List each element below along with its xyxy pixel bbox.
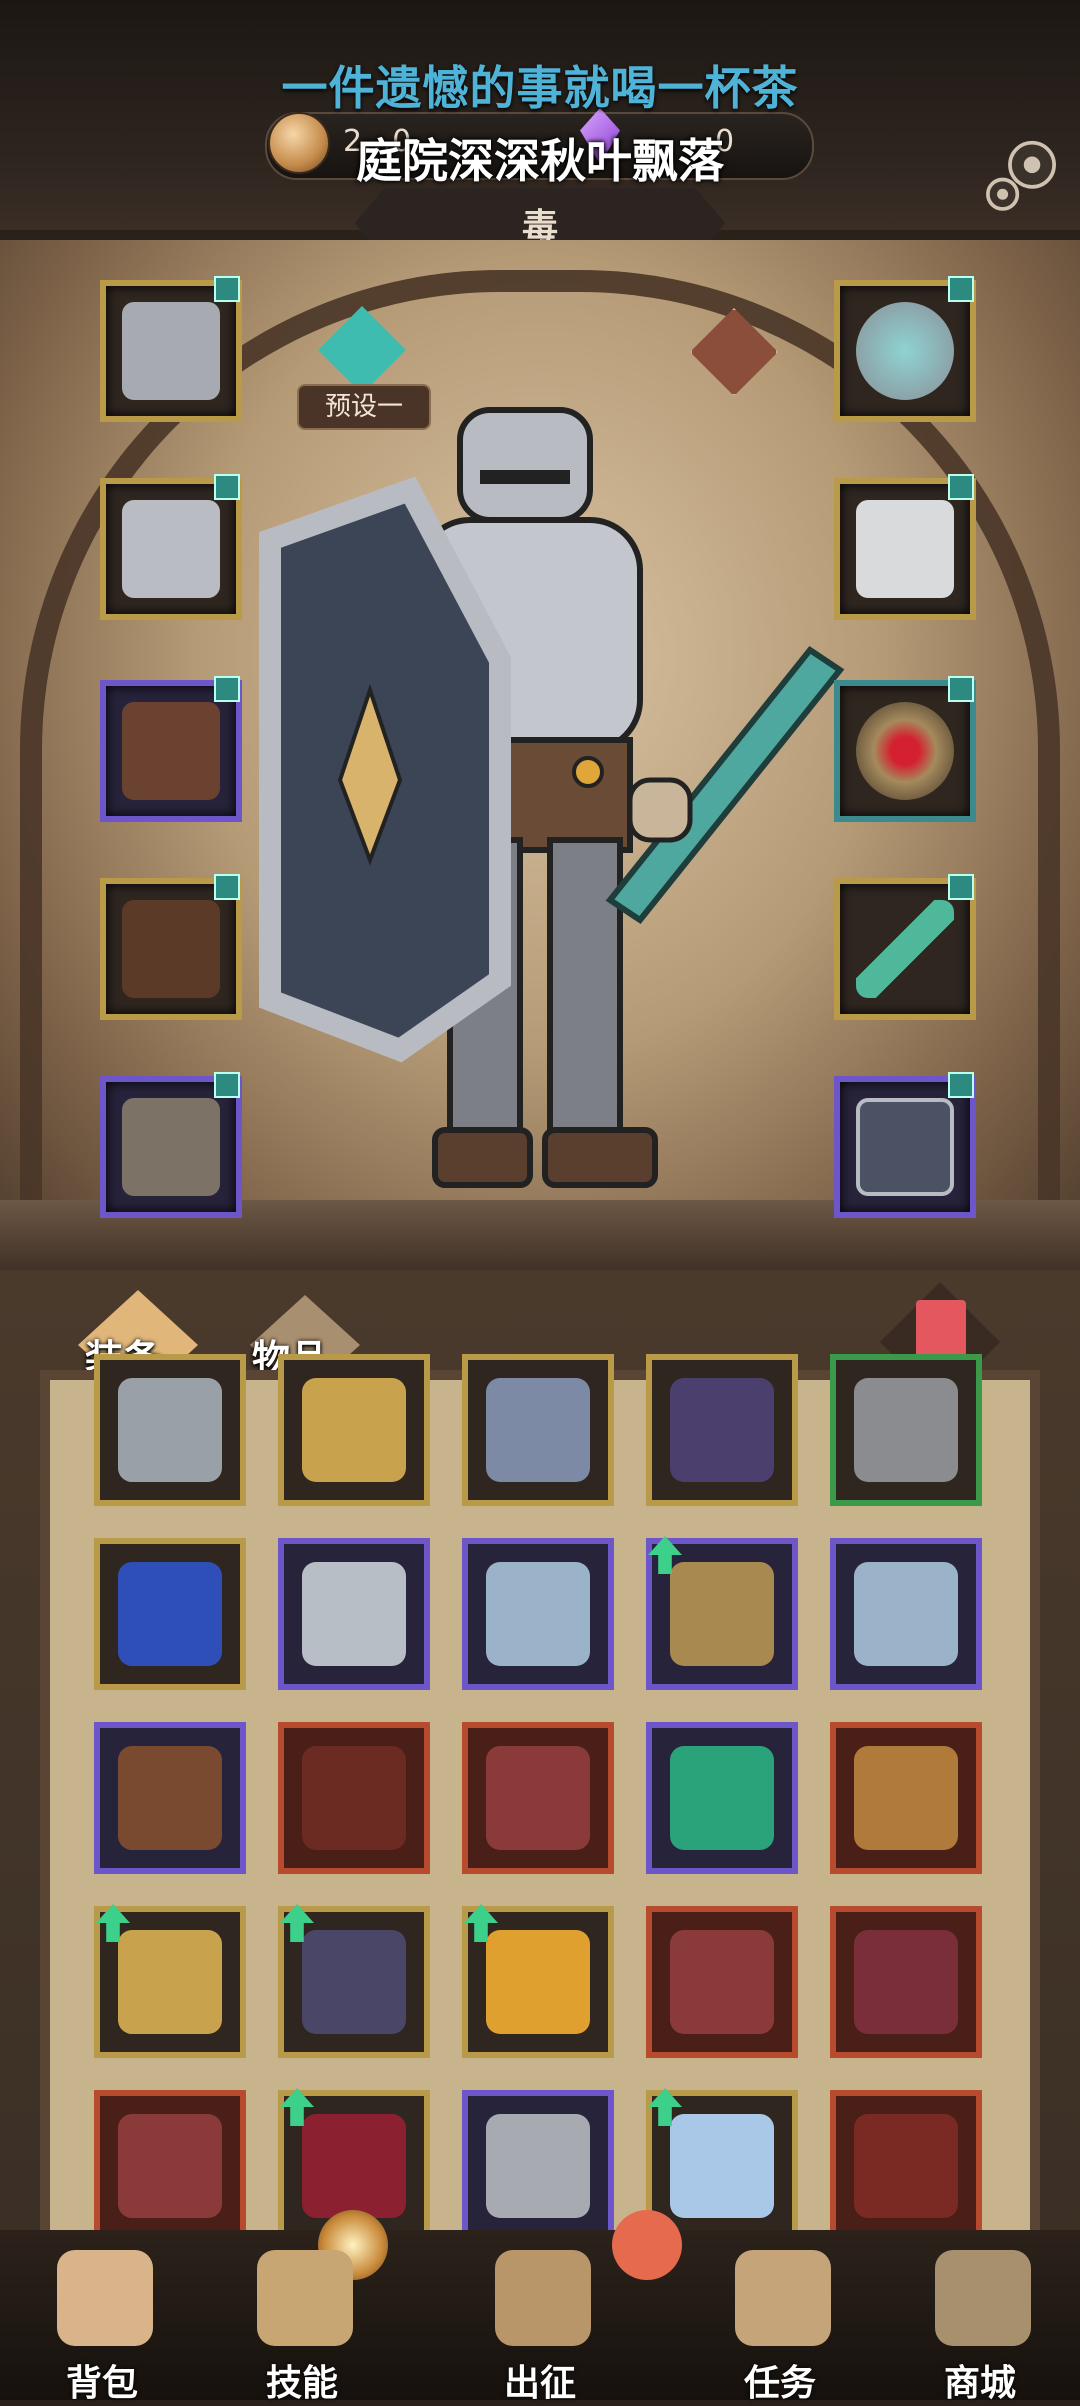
inventory-item[interactable] <box>646 1354 798 1506</box>
inventory-item[interactable] <box>462 1904 614 2058</box>
inventory-item[interactable] <box>830 1538 982 1690</box>
green-greatsword-icon <box>856 900 954 998</box>
nav-label: 商城 <box>943 2363 1016 2404</box>
nav-skills[interactable]: 技能 <box>212 2250 392 2404</box>
inventory-item[interactable] <box>278 1904 430 2058</box>
lock-icon <box>948 1072 974 1098</box>
flame-mace-icon <box>486 1930 590 2034</box>
lock-icon <box>214 676 240 702</box>
lantern-amulet-icon <box>486 1562 590 1666</box>
shop-crown-icon <box>935 2250 1031 2346</box>
inventory-item[interactable] <box>646 1906 798 2058</box>
leather-gloves-icon <box>122 702 220 800</box>
inventory-item[interactable] <box>830 2090 982 2242</box>
crimson-scythe-icon <box>302 2114 406 2218</box>
nav-backpack[interactable]: 背包 <box>12 2250 192 2404</box>
inventory-item[interactable] <box>646 1722 798 1874</box>
inventory-item[interactable] <box>462 1354 614 1506</box>
inventory-item[interactable] <box>94 1904 246 2058</box>
blue-heart-amulet-icon <box>118 1562 222 1666</box>
emerald-amulet-icon <box>670 1746 774 1850</box>
weapon-slot[interactable] <box>834 874 976 1020</box>
serpent-amulet-icon <box>486 1378 590 1482</box>
lock-icon <box>214 474 240 500</box>
inventory-item[interactable] <box>830 1354 982 1506</box>
inventory-item[interactable] <box>278 1538 430 1690</box>
knight-helmet-icon <box>122 302 220 400</box>
chest-slot[interactable] <box>100 474 242 620</box>
nav-expedition[interactable]: 出征 <box>450 2250 630 2404</box>
backpack-icon <box>57 2250 153 2346</box>
inventory-item[interactable] <box>278 1722 430 1874</box>
lantern-amulet-icon <box>854 1562 958 1666</box>
inventory-item[interactable] <box>94 2090 246 2242</box>
holy-shield-amulet-icon <box>302 1378 406 1482</box>
overlay-caption-line2: 庭院深深秋叶飘落 <box>356 134 724 188</box>
inventory-item[interactable] <box>646 1536 798 1690</box>
iron-shield-icon <box>856 1098 954 1196</box>
inventory-item[interactable] <box>830 1906 982 2058</box>
crimson-boots-icon <box>854 1930 958 2034</box>
dark-armor-icon <box>302 1930 406 2034</box>
nav-label: 技能 <box>265 2363 338 2404</box>
inventory-item[interactable] <box>462 1722 614 1874</box>
overlay-caption-line1: 一件遗憾的事就喝一杯茶 <box>281 61 799 115</box>
iron-boots-icon <box>122 1098 220 1196</box>
boots-slot[interactable] <box>100 1072 242 1218</box>
scroll-icon <box>735 2250 831 2346</box>
red-gem-ring-icon <box>856 702 954 800</box>
golden-spear-icon <box>118 1930 222 2034</box>
ring-slot[interactable] <box>834 676 976 822</box>
leather-cap-icon <box>118 1746 222 1850</box>
steel-sword-icon <box>302 1562 406 1666</box>
skill-book-icon <box>257 2250 353 2346</box>
nav-label: 背包 <box>65 2363 138 2404</box>
inventory-item[interactable] <box>94 1354 246 1506</box>
silver-amulet-icon <box>856 302 954 400</box>
dark-helmet-icon <box>670 1378 774 1482</box>
inventory-item[interactable] <box>278 1354 430 1506</box>
lock-icon <box>948 276 974 302</box>
amulet-slot[interactable] <box>834 276 976 422</box>
nav-shop[interactable]: 商城 <box>890 2250 1070 2404</box>
crimson-gauntlets-icon <box>670 1930 774 2034</box>
lock-icon <box>214 276 240 302</box>
crimson-skirt-icon <box>854 2114 958 2218</box>
lock-icon <box>948 874 974 900</box>
lock-icon <box>948 676 974 702</box>
knight-character <box>259 407 845 1188</box>
lock-icon <box>948 474 974 500</box>
crimson-gauntlets-icon <box>486 1746 590 1850</box>
cape-slot[interactable] <box>834 474 976 620</box>
lock-icon <box>214 1072 240 1098</box>
plate-armor-icon <box>122 500 220 598</box>
bronze-dagger-icon <box>854 1746 958 1850</box>
crimson-robe-icon <box>302 1746 406 1850</box>
feather-cape-icon <box>856 500 954 598</box>
brass-helmet-icon <box>670 1562 774 1666</box>
nav-label: 出征 <box>503 2363 576 2404</box>
plumed-helmet-icon <box>486 2114 590 2218</box>
inventory-item[interactable] <box>462 1538 614 1690</box>
crimson-gauntlets-icon <box>118 2114 222 2218</box>
nav-quests[interactable]: 任务 <box>690 2250 870 2404</box>
inventory-item[interactable] <box>462 2090 614 2242</box>
inventory-item[interactable] <box>94 1722 246 1874</box>
map-icon <box>495 2250 591 2346</box>
cloak-icon <box>854 1378 958 1482</box>
ice-spear-icon <box>670 2114 774 2218</box>
sword-icon <box>118 1378 222 1482</box>
belt-slot[interactable] <box>100 874 242 1020</box>
offhand-slot[interactable] <box>834 1072 976 1218</box>
inventory-item[interactable] <box>830 1722 982 1874</box>
lock-icon <box>214 874 240 900</box>
tattered-belt-icon <box>122 900 220 998</box>
nav-label: 任务 <box>743 2363 816 2404</box>
inventory-item[interactable] <box>94 1538 246 1690</box>
gloves-slot[interactable] <box>100 676 242 822</box>
helmet-slot[interactable] <box>100 276 242 422</box>
